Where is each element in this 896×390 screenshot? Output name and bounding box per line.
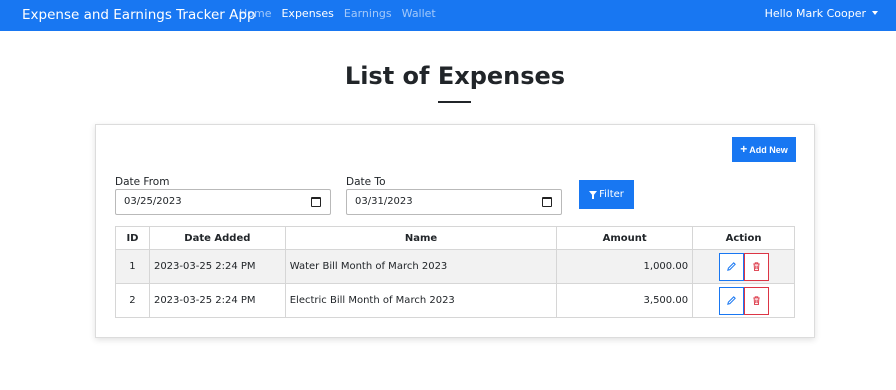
date-to-input[interactable]: 03/31/2023 bbox=[346, 189, 562, 215]
edit-button[interactable] bbox=[718, 286, 744, 315]
calendar-icon[interactable] bbox=[311, 197, 321, 207]
column-header-name[interactable]: Name bbox=[284, 226, 558, 250]
delete-button[interactable] bbox=[743, 286, 769, 315]
add-new-button[interactable]: + Add New bbox=[732, 137, 796, 162]
date-from-value: 03/25/2023 bbox=[124, 196, 182, 207]
delete-button[interactable] bbox=[743, 252, 769, 281]
date-from-label: Date From bbox=[115, 176, 170, 188]
top-navbar: Expense and Earnings Tracker App Home Ex… bbox=[0, 0, 896, 31]
pencil-icon bbox=[726, 296, 736, 305]
add-new-label: Add New bbox=[749, 145, 788, 155]
plus-icon: + bbox=[740, 142, 748, 156]
cell-date-added: 2023-03-25 2:24 PM bbox=[148, 249, 286, 284]
funnel-icon bbox=[589, 191, 598, 199]
page-title: List of Expenses bbox=[344, 62, 566, 90]
title-underline-divider bbox=[438, 101, 471, 103]
date-to-value: 03/31/2023 bbox=[355, 196, 413, 207]
trash-icon bbox=[752, 296, 760, 305]
table-header-row: ID Date Added Name Amount Action bbox=[115, 226, 795, 250]
user-greeting: Hello Mark Cooper bbox=[764, 7, 866, 20]
user-menu-dropdown[interactable]: Hello Mark Cooper bbox=[765, 7, 878, 21]
edit-button[interactable] bbox=[718, 252, 744, 281]
cell-id: 1 bbox=[115, 249, 150, 284]
filter-label: Filter bbox=[599, 189, 624, 200]
caret-down-icon bbox=[872, 11, 878, 15]
action-buttons bbox=[718, 286, 769, 315]
date-from-input[interactable]: 03/25/2023 bbox=[115, 189, 331, 215]
cell-action bbox=[692, 249, 795, 284]
column-header-date-added[interactable]: Date Added bbox=[148, 226, 286, 250]
nav-link-wallet[interactable]: Wallet bbox=[402, 7, 436, 21]
column-header-id[interactable]: ID bbox=[115, 226, 150, 250]
nav-link-earnings[interactable]: Earnings bbox=[344, 7, 392, 21]
table-row: 2 2023-03-25 2:24 PM Electric Bill Month… bbox=[115, 283, 795, 318]
cell-id: 2 bbox=[115, 283, 150, 318]
table-row: 1 2023-03-25 2:24 PM Water Bill Month of… bbox=[115, 249, 795, 284]
calendar-icon[interactable] bbox=[542, 197, 552, 207]
nav-link-expenses[interactable]: Expenses bbox=[281, 7, 333, 21]
action-buttons bbox=[718, 252, 769, 281]
trash-icon bbox=[752, 262, 760, 271]
cell-date-added: 2023-03-25 2:24 PM bbox=[148, 283, 286, 318]
cell-name: Water Bill Month of March 2023 bbox=[284, 249, 558, 284]
column-header-action: Action bbox=[692, 226, 795, 250]
date-to-label: Date To bbox=[346, 176, 386, 188]
cell-action bbox=[692, 283, 795, 318]
cell-amount: 3,500.00 bbox=[556, 283, 694, 318]
app-brand[interactable]: Expense and Earnings Tracker App bbox=[22, 6, 256, 24]
expenses-card: + Add New Date From 03/25/2023 Date To 03… bbox=[95, 124, 815, 338]
cell-amount: 1,000.00 bbox=[556, 249, 694, 284]
cell-name: Electric Bill Month of March 2023 bbox=[284, 283, 558, 318]
column-header-amount[interactable]: Amount bbox=[556, 226, 694, 250]
nav-link-home[interactable]: Home bbox=[239, 7, 271, 21]
nav-links: Home Expenses Earnings Wallet bbox=[239, 7, 446, 21]
pencil-icon bbox=[726, 262, 736, 271]
filter-button[interactable]: Filter bbox=[579, 180, 634, 209]
expenses-table: ID Date Added Name Amount Action 1 2023-… bbox=[115, 226, 795, 318]
